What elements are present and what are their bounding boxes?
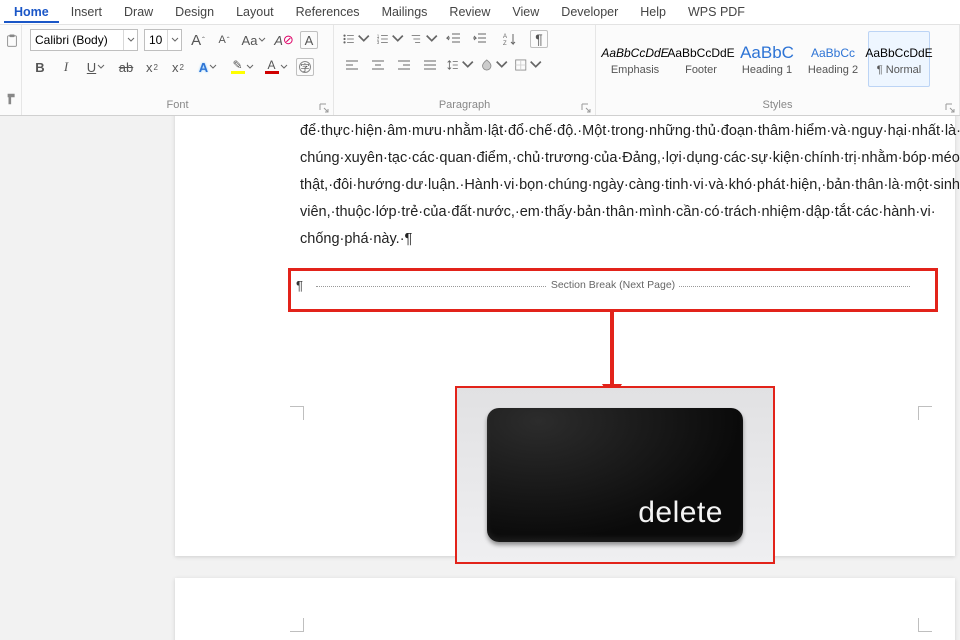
tab-layout[interactable]: Layout	[226, 2, 284, 23]
delete-key-icon: delete	[487, 408, 743, 542]
dialog-launcher-icon[interactable]	[319, 103, 329, 113]
format-painter-icon[interactable]	[2, 89, 22, 109]
multilevel-list-icon[interactable]	[410, 29, 438, 49]
tab-design[interactable]: Design	[165, 2, 224, 23]
group-label-paragraph: Paragraph	[334, 97, 595, 115]
clipboard-mini	[0, 25, 22, 115]
clear-formatting-icon[interactable]: A⊘	[274, 30, 294, 50]
section-break-label: Section Break (Next Page)	[547, 279, 679, 291]
svg-text:A: A	[503, 34, 507, 40]
group-label-font: Font	[22, 97, 333, 115]
shading-icon[interactable]	[480, 55, 508, 75]
shrink-font-icon[interactable]: Aˆ	[214, 30, 234, 50]
group-font: Aˆ Aˆ Aa A⊘ A B I U ab x2 x2 A ✎ A 字 Fon…	[22, 25, 334, 115]
chevron-down-icon[interactable]	[167, 30, 181, 50]
strikethrough-button[interactable]: ab	[116, 57, 136, 77]
tab-help[interactable]: Help	[630, 2, 676, 23]
bold-button[interactable]: B	[30, 57, 50, 77]
crop-mark-icon	[290, 618, 304, 632]
text-line[interactable]: chống·phá·này.·¶	[300, 226, 940, 253]
tab-insert[interactable]: Insert	[61, 2, 112, 23]
tab-view[interactable]: View	[502, 2, 549, 23]
tab-review[interactable]: Review	[439, 2, 500, 23]
change-case-icon[interactable]: Aa	[240, 30, 268, 50]
increase-indent-icon[interactable]	[470, 29, 490, 49]
chevron-down-icon[interactable]	[123, 30, 137, 50]
text-line[interactable]: viên,·thuộc·lớp·trẻ·của·đất·nước,·em·thấ…	[300, 199, 940, 226]
align-right-icon[interactable]	[394, 55, 414, 75]
style-footer[interactable]: AaBbCcDdE Footer	[670, 31, 732, 87]
annotation-arrow-icon	[610, 312, 614, 386]
tab-draw[interactable]: Draw	[114, 2, 163, 23]
font-size-combo[interactable]	[144, 29, 182, 51]
tab-mailings[interactable]: Mailings	[372, 2, 438, 23]
align-center-icon[interactable]	[368, 55, 388, 75]
tab-developer[interactable]: Developer	[551, 2, 628, 23]
borders-icon[interactable]	[514, 55, 542, 75]
section-break-marker[interactable]: ¶ Section Break (Next Page)	[296, 286, 930, 287]
numbering-icon[interactable]: 123	[376, 29, 404, 49]
svg-text:Z: Z	[503, 41, 507, 47]
decrease-indent-icon[interactable]	[444, 29, 464, 49]
font-color-icon[interactable]: A	[262, 57, 290, 77]
bullets-icon[interactable]	[342, 29, 370, 49]
ribbon: Aˆ Aˆ Aa A⊘ A B I U ab x2 x2 A ✎ A 字 Fon…	[0, 24, 960, 116]
show-hide-button[interactable]: ¶	[530, 30, 548, 48]
svg-text:3: 3	[377, 40, 380, 45]
document-body-text[interactable]: để·thực·hiện·âm·mưu·nhằm·lật·đổ·chế·độ.·…	[300, 118, 940, 253]
ribbon-tabs: Home Insert Draw Design Layout Reference…	[0, 0, 960, 24]
crop-mark-icon	[918, 618, 932, 632]
grow-font-icon[interactable]: Aˆ	[188, 30, 208, 50]
underline-button[interactable]: U	[82, 57, 110, 77]
crop-mark-icon	[290, 406, 304, 420]
style-heading-1[interactable]: AaBbC Heading 1	[736, 31, 798, 87]
text-line[interactable]: để·thực·hiện·âm·mưu·nhằm·lật·đổ·chế·độ.·…	[300, 118, 940, 145]
sort-icon[interactable]: AZ	[496, 29, 524, 49]
style-heading-2[interactable]: AaBbCc Heading 2	[802, 31, 864, 87]
tab-home[interactable]: Home	[4, 2, 59, 23]
crop-mark-icon	[918, 406, 932, 420]
dialog-launcher-icon[interactable]	[945, 103, 955, 113]
highlight-color-icon[interactable]: ✎	[228, 57, 256, 77]
style-emphasis[interactable]: AaBbCcDdE Emphasis	[604, 31, 666, 87]
enclose-char-icon[interactable]: 字	[296, 58, 314, 76]
delete-key-label: delete	[638, 496, 723, 530]
font-name-combo[interactable]	[30, 29, 138, 51]
group-paragraph: 123 AZ ¶ Paragraph	[334, 25, 596, 115]
character-border-icon[interactable]: A	[300, 31, 318, 49]
line-spacing-icon[interactable]	[446, 55, 474, 75]
dialog-launcher-icon[interactable]	[581, 103, 591, 113]
justify-icon[interactable]	[420, 55, 440, 75]
subscript-button[interactable]: x2	[142, 57, 162, 77]
text-effects-icon[interactable]: A	[194, 57, 222, 77]
paste-icon[interactable]	[2, 31, 22, 51]
tab-references[interactable]: References	[286, 2, 370, 23]
tab-wps-pdf[interactable]: WPS PDF	[678, 2, 755, 23]
align-left-icon[interactable]	[342, 55, 362, 75]
superscript-button[interactable]: x2	[168, 57, 188, 77]
italic-button[interactable]: I	[56, 57, 76, 77]
font-name-input[interactable]	[31, 30, 123, 50]
style-normal[interactable]: AaBbCcDdE ¶ Normal	[868, 31, 930, 87]
text-line[interactable]: thật,·đôi·hướng·dư·luận.·Hành·vi·bọn·chú…	[300, 172, 940, 199]
text-line[interactable]: chúng·xuyên·tạc·các·quan·điểm,·chủ·trươn…	[300, 145, 940, 172]
document-canvas[interactable]: để·thực·hiện·âm·mưu·nhằm·lật·đổ·chế·độ.·…	[0, 116, 960, 640]
group-label-styles: Styles	[596, 97, 959, 115]
group-styles: AaBbCcDdE Emphasis AaBbCcDdE Footer AaBb…	[596, 25, 960, 115]
pilcrow-icon: ¶	[296, 278, 303, 293]
font-size-input[interactable]	[145, 30, 167, 50]
annotation-delete-key: delete	[455, 386, 775, 564]
